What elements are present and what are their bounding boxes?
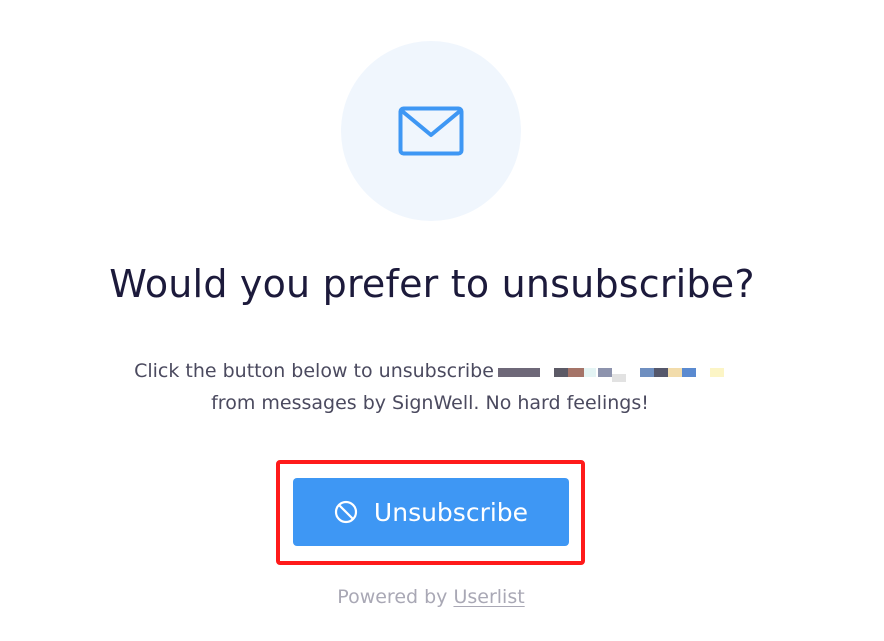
message-line-1-text: Click the button below to unsubscribe (134, 360, 494, 382)
unsubscribe-page: Would you prefer to unsubscribe? Click t… (0, 0, 884, 641)
no-entry-icon (334, 500, 358, 524)
unsubscribe-button[interactable]: Unsubscribe (293, 478, 569, 546)
envelope-icon (398, 106, 464, 156)
unsubscribe-message: Click the button below to unsubscribe fr… (0, 355, 860, 419)
message-line-2: from messages by SignWell. No hard feeli… (211, 392, 649, 414)
unsubscribe-button-label: Unsubscribe (373, 497, 529, 527)
powered-by: Powered by Userlist (0, 586, 862, 608)
page-title: Would you prefer to unsubscribe? (109, 262, 755, 306)
envelope-icon-circle (341, 41, 521, 221)
message-line-1: Click the button below to unsubscribe (0, 355, 860, 387)
powered-by-text: Powered by (337, 586, 448, 608)
userlist-link[interactable]: Userlist (453, 586, 524, 608)
redacted-email (497, 364, 726, 382)
